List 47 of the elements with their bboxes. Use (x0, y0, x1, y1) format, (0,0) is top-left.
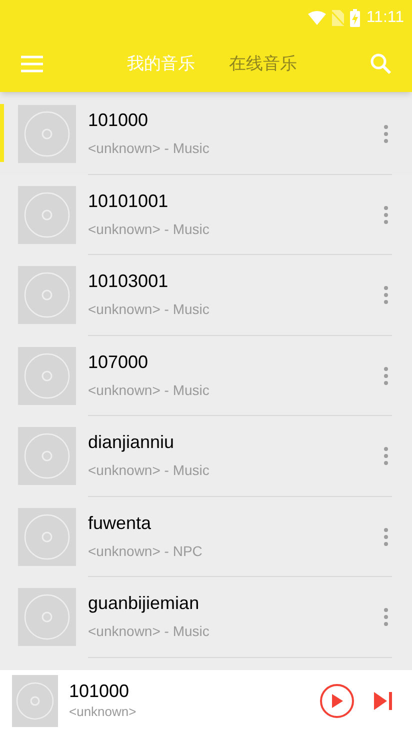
selection-indicator (0, 104, 4, 162)
more-icon[interactable] (384, 206, 388, 224)
song-subtitle: <unknown> - Music (88, 300, 210, 320)
song-row[interactable]: 10103001 <unknown> - Music (0, 255, 412, 336)
song-row[interactable]: guanbijiemian <unknown> - Music (0, 577, 412, 658)
song-subtitle: <unknown> - Music (88, 622, 210, 642)
wifi-icon (308, 11, 326, 25)
no-sim-icon (332, 10, 344, 26)
player-title: 101000 (69, 680, 130, 702)
album-art-icon (12, 675, 58, 727)
song-subtitle: <unknown> - Music (88, 220, 210, 239)
album-art-icon (18, 427, 76, 486)
album-art-icon (18, 508, 76, 566)
song-row[interactable]: 10101001 <unknown> - Music (0, 174, 412, 255)
album-art-icon (18, 346, 76, 405)
album-art-icon (18, 588, 76, 646)
skip-next-icon[interactable] (374, 692, 392, 710)
song-title: 10103001 (88, 270, 170, 294)
menu-icon[interactable] (20, 55, 44, 73)
status-time: 11:11 (366, 8, 404, 28)
song-title: dianjianniu (88, 431, 176, 454)
more-icon[interactable] (384, 125, 388, 144)
play-button[interactable] (320, 684, 354, 718)
song-title: 101000 (88, 109, 150, 132)
more-icon[interactable] (384, 608, 388, 626)
song-row[interactable]: fuwenta <unknown> - NPC (0, 496, 412, 577)
song-subtitle: <unknown> - Music (88, 139, 210, 158)
more-icon[interactable] (384, 528, 388, 546)
play-icon (331, 694, 343, 708)
song-row[interactable]: 107000 <unknown> - Music (0, 336, 412, 416)
more-icon[interactable] (384, 447, 388, 466)
song-title: guanbijiemian (88, 592, 200, 616)
song-row[interactable]: dianjianniu <unknown> - Music (0, 416, 412, 496)
song-subtitle: <unknown> - Music (88, 461, 210, 480)
album-art-icon (18, 186, 76, 244)
song-subtitle: <unknown> - Music (88, 380, 210, 400)
battery-charging-icon (350, 9, 360, 27)
more-icon[interactable] (384, 286, 388, 304)
search-icon[interactable] (370, 53, 392, 75)
song-title: fuwenta (88, 512, 152, 535)
song-title: 10101001 (88, 190, 170, 213)
album-art-icon (18, 266, 76, 324)
more-icon[interactable] (384, 366, 388, 385)
player-artist: <unknown> (69, 703, 138, 722)
album-art-icon (18, 105, 76, 164)
song-subtitle: <unknown> - NPC (88, 542, 204, 561)
song-title: 107000 (88, 350, 150, 374)
